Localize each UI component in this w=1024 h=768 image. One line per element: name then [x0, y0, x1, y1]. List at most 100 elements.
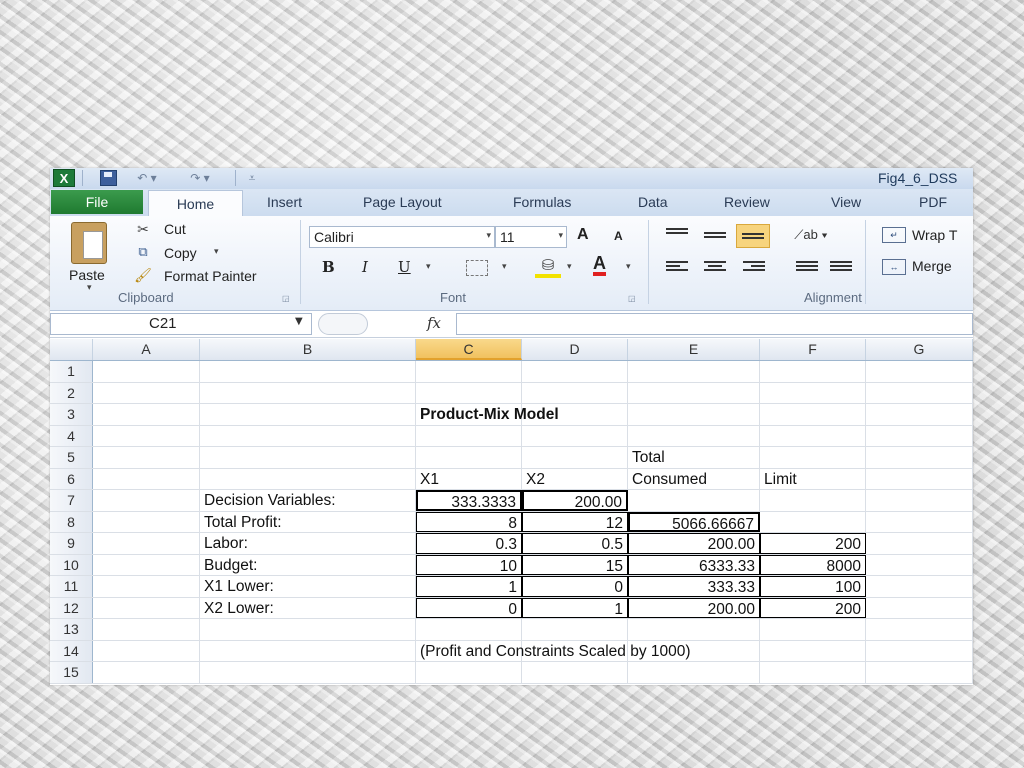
excel-app-icon[interactable]: X — [53, 169, 75, 187]
insert-function-icon[interactable]: fx — [427, 314, 441, 332]
underline-dropdown-icon[interactable]: ▾ — [426, 261, 431, 272]
cell-e14[interactable] — [628, 640, 760, 661]
cell-a15[interactable] — [93, 662, 200, 683]
cell-e15[interactable] — [628, 662, 760, 683]
cell-e3[interactable] — [628, 404, 760, 425]
paste-icon[interactable] — [69, 222, 109, 264]
cell-b14[interactable] — [200, 640, 416, 661]
cell-c13[interactable] — [416, 619, 522, 640]
cell-a11[interactable] — [93, 576, 200, 597]
cell-d10[interactable]: 15 — [522, 554, 628, 575]
cell-e4[interactable] — [628, 425, 760, 446]
cell-f6[interactable]: Limit — [760, 468, 866, 489]
row-header[interactable]: 15 — [50, 662, 93, 683]
orientation-icon[interactable]: ⟋ab ▾ — [794, 226, 828, 244]
cell-a5[interactable] — [93, 447, 200, 468]
cell-e13[interactable] — [628, 619, 760, 640]
align-bottom-icon[interactable] — [736, 224, 770, 248]
cell-b15[interactable] — [200, 662, 416, 683]
cell-c1[interactable] — [416, 361, 522, 382]
cell-e7[interactable] — [628, 490, 760, 511]
align-middle-icon[interactable] — [704, 232, 726, 246]
select-all-corner[interactable] — [50, 339, 93, 360]
undo-icon[interactable]: ↶ ▾ — [132, 169, 162, 187]
cell-g12[interactable] — [866, 597, 973, 618]
cell-e5[interactable]: Total — [628, 447, 760, 468]
cell-a14[interactable] — [93, 640, 200, 661]
row-header[interactable]: 13 — [50, 619, 93, 640]
underline-button[interactable]: U — [398, 258, 411, 276]
tab-data[interactable]: Data — [638, 194, 668, 210]
cell-g2[interactable] — [866, 382, 973, 403]
tab-file[interactable]: File — [51, 190, 143, 214]
font-color-button[interactable]: A — [593, 254, 606, 276]
increase-indent-icon[interactable] — [830, 261, 852, 275]
cell-e6[interactable]: Consumed — [628, 468, 760, 489]
cell-c8[interactable]: 8 — [416, 511, 522, 532]
cell-b6[interactable] — [200, 468, 416, 489]
row-header[interactable]: 4 — [50, 425, 93, 446]
cell-b7[interactable]: Decision Variables: — [200, 490, 416, 511]
decrease-indent-icon[interactable] — [796, 261, 818, 275]
borders-dropdown-icon[interactable]: ▾ — [502, 261, 507, 272]
formula-input[interactable] — [456, 313, 973, 335]
cell-c11[interactable]: 1 — [416, 576, 522, 597]
cell-a13[interactable] — [93, 619, 200, 640]
cell-f9[interactable]: 200 — [760, 533, 866, 554]
cell-g14[interactable] — [866, 640, 973, 661]
cell-d2[interactable] — [522, 382, 628, 403]
cell-c9[interactable]: 0.3 — [416, 533, 522, 554]
cell-b1[interactable] — [200, 361, 416, 382]
wrap-text-button[interactable]: Wrap T — [912, 227, 957, 243]
cell-e12[interactable]: 200.00 — [628, 597, 760, 618]
copy-dropdown-icon[interactable]: ▾ — [214, 246, 219, 257]
cell-g3[interactable] — [866, 404, 973, 425]
cell-b10[interactable]: Budget: — [200, 554, 416, 575]
row-header[interactable]: 3 — [50, 404, 93, 425]
cell-a12[interactable] — [93, 597, 200, 618]
cell-a7[interactable] — [93, 490, 200, 511]
cut-button[interactable]: Cut — [164, 221, 186, 237]
cell-f1[interactable] — [760, 361, 866, 382]
font-color-dropdown-icon[interactable]: ▾ — [626, 261, 631, 272]
cell-a6[interactable] — [93, 468, 200, 489]
cell-b12[interactable]: X2 Lower: — [200, 597, 416, 618]
tab-insert[interactable]: Insert — [267, 194, 302, 210]
format-painter-button[interactable]: Format Painter — [164, 268, 257, 284]
grow-font-button[interactable]: A — [577, 226, 589, 244]
font-name-box[interactable]: Calibri ▾ — [309, 226, 495, 248]
cell-g4[interactable] — [866, 425, 973, 446]
cell-c7[interactable]: 333.3333 — [416, 490, 522, 511]
redo-icon[interactable]: ↷ ▾ — [185, 169, 215, 187]
cell-d15[interactable] — [522, 662, 628, 683]
cell-g7[interactable] — [866, 490, 973, 511]
cell-f8[interactable] — [760, 511, 866, 532]
cell-d13[interactable] — [522, 619, 628, 640]
cell-c6[interactable]: X1 — [416, 468, 522, 489]
cell-e9[interactable]: 200.00 — [628, 533, 760, 554]
cell-e10[interactable]: 6333.33 — [628, 554, 760, 575]
cell-e2[interactable] — [628, 382, 760, 403]
cell-f13[interactable] — [760, 619, 866, 640]
tab-formulas[interactable]: Formulas — [513, 194, 571, 210]
row-header[interactable]: 8 — [50, 511, 93, 532]
row-header[interactable]: 9 — [50, 533, 93, 554]
cell-f2[interactable] — [760, 382, 866, 403]
cell-c3[interactable]: Product-Mix Model — [416, 404, 559, 425]
row-header[interactable]: 7 — [50, 490, 93, 511]
align-top-icon[interactable] — [666, 228, 688, 242]
fill-color-dropdown-icon[interactable]: ▾ — [567, 261, 572, 272]
cell-a4[interactable] — [93, 425, 200, 446]
row-header[interactable]: 11 — [50, 576, 93, 597]
tab-pdf[interactable]: PDF — [919, 194, 947, 210]
tab-review[interactable]: Review — [724, 194, 770, 210]
cell-e8[interactable]: 5066.66667 — [628, 511, 760, 533]
cell-b11[interactable]: X1 Lower: — [200, 576, 416, 597]
shrink-font-button[interactable]: A — [614, 229, 623, 243]
cell-f4[interactable] — [760, 425, 866, 446]
cell-c4[interactable] — [416, 425, 522, 446]
cell-c5[interactable] — [416, 447, 522, 468]
paste-button[interactable]: Paste — [69, 267, 105, 283]
row-header[interactable]: 2 — [50, 382, 93, 403]
cell-b5[interactable] — [200, 447, 416, 468]
